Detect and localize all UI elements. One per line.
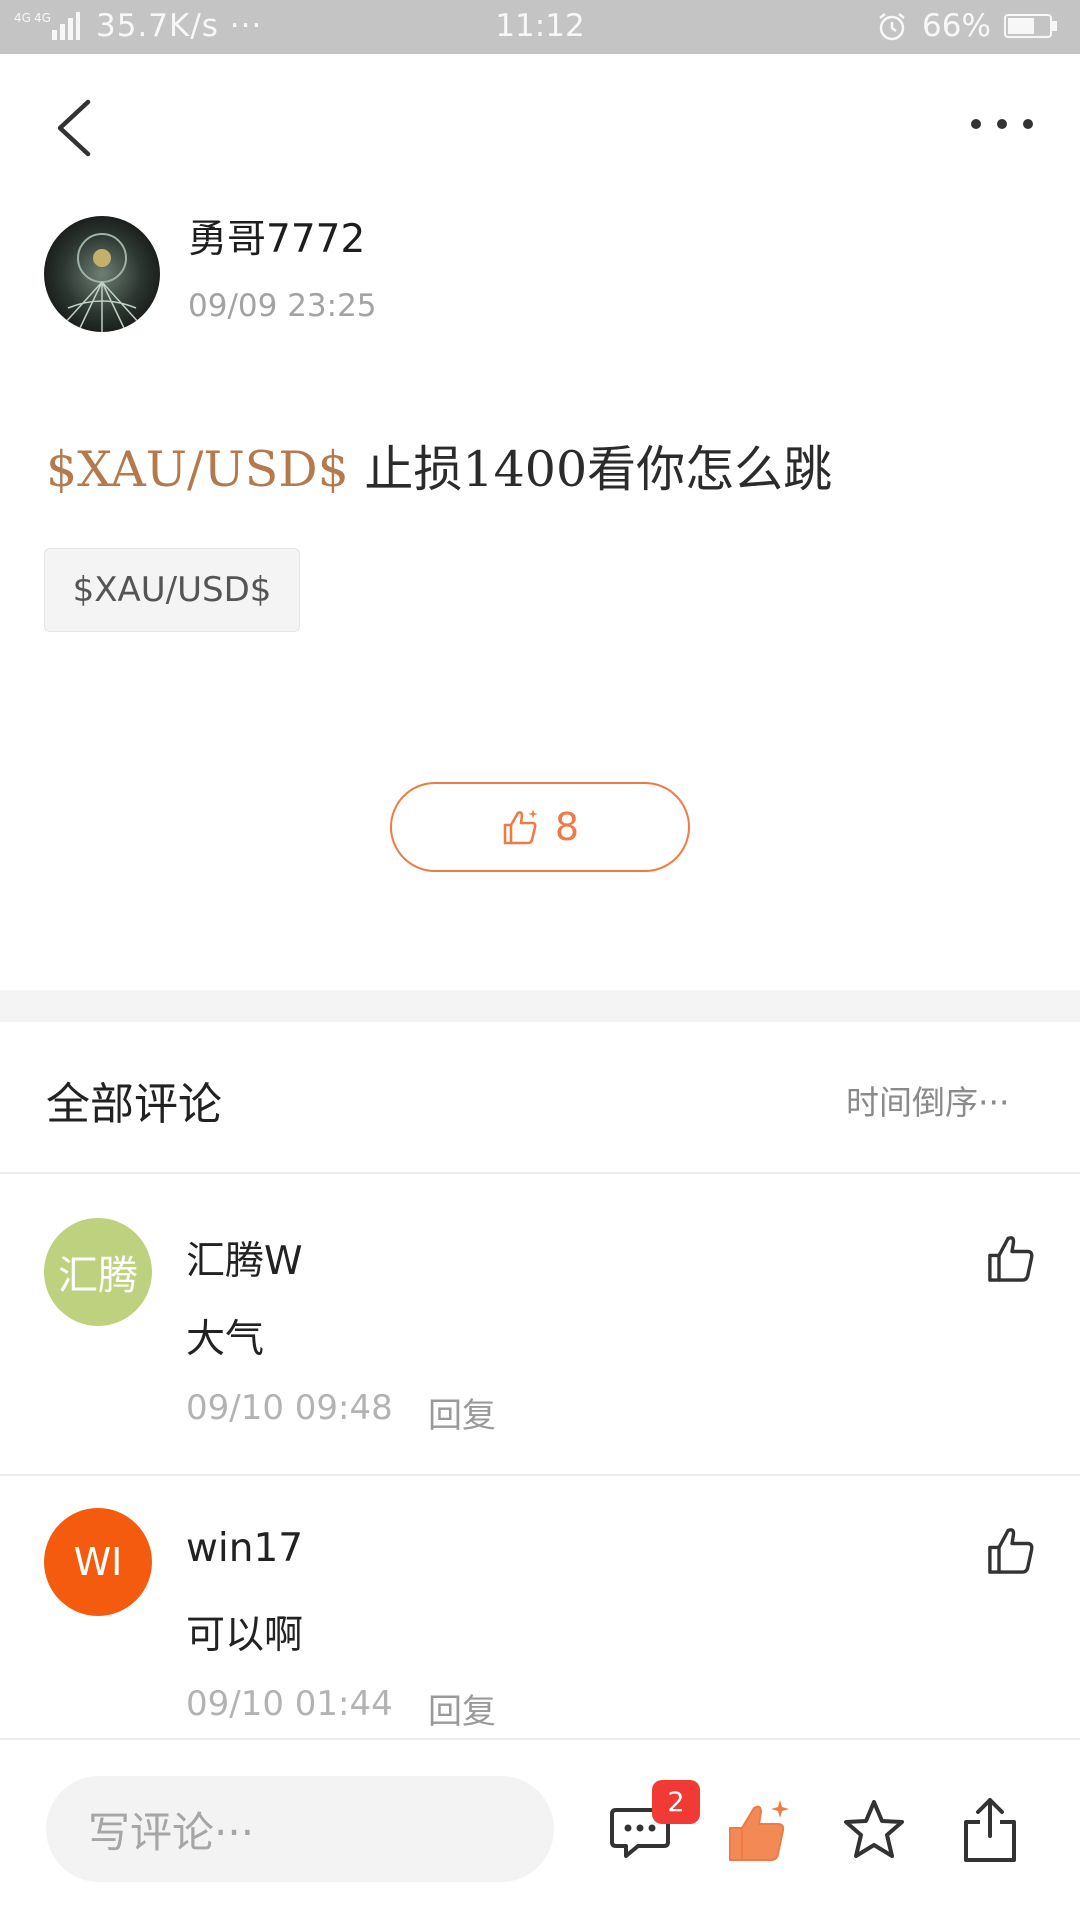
like-count: 8 <box>554 805 580 849</box>
comment-input[interactable]: 写评论··· <box>46 1776 554 1882</box>
comments-title: 全部评论 <box>46 1079 222 1130</box>
like-button[interactable]: 8 <box>390 782 690 872</box>
more-icon[interactable] <box>970 114 1034 134</box>
share-icon[interactable] <box>960 1796 1020 1864</box>
avatar-text: WI <box>73 1540 123 1584</box>
back-icon[interactable] <box>48 96 100 160</box>
thumbs-up-icon <box>503 809 538 845</box>
comment-item: 汇腾 汇腾W 大气 09/10 09:48 回复 <box>0 1174 1080 1474</box>
commenter-avatar[interactable]: WI <box>44 1508 152 1616</box>
alarm-icon <box>879 13 905 41</box>
section-divider <box>0 990 1080 1022</box>
commenter-name[interactable]: win17 <box>186 1526 303 1571</box>
comment-item: WI win17 可以啊 09/10 01:44 回复 <box>0 1476 1080 1738</box>
comment-count-badge: 2 <box>652 1780 700 1824</box>
reply-button[interactable]: 回复 <box>428 1388 496 1437</box>
thumbs-up-icon[interactable] <box>986 1524 1038 1576</box>
reply-button[interactable]: 回复 <box>428 1684 496 1733</box>
symbol-tag[interactable]: $XAU/USD$ <box>44 548 300 632</box>
commenter-avatar[interactable]: 汇腾 <box>44 1218 152 1326</box>
clock: 11:12 <box>495 8 585 44</box>
comment-input-placeholder: 写评论··· <box>88 1807 255 1857</box>
comment-text: 大气 <box>186 1317 265 1362</box>
like-icon[interactable] <box>726 1798 794 1866</box>
post-time: 09/09 23:25 <box>188 288 377 324</box>
battery-percent: 66% <box>922 8 991 44</box>
sort-order-button[interactable]: 时间倒序··· <box>846 1076 1009 1124</box>
avatar-text: 汇腾 <box>58 1253 138 1299</box>
star-icon[interactable] <box>842 1798 906 1862</box>
author-avatar[interactable] <box>44 216 160 332</box>
comment-time: 09/10 01:44 <box>186 1684 393 1724</box>
comment-time: 09/10 09:48 <box>186 1388 393 1428</box>
commenter-name[interactable]: 汇腾W <box>186 1230 303 1286</box>
post-symbol-link[interactable]: $XAU/USD$ <box>46 441 349 498</box>
thumbs-up-icon[interactable] <box>986 1232 1038 1284</box>
post-content: $XAU/USD$ 止损1400看你怎么跳 <box>46 430 832 501</box>
author-name[interactable]: 勇哥7772 <box>188 208 365 264</box>
status-bar: 4G 4G 35.7K/s ··· 11:12 66% <box>0 0 1080 54</box>
post-text: 止损1400看你怎么跳 <box>364 441 833 498</box>
comment-text: 可以啊 <box>186 1613 304 1658</box>
battery-icon <box>1004 14 1057 38</box>
